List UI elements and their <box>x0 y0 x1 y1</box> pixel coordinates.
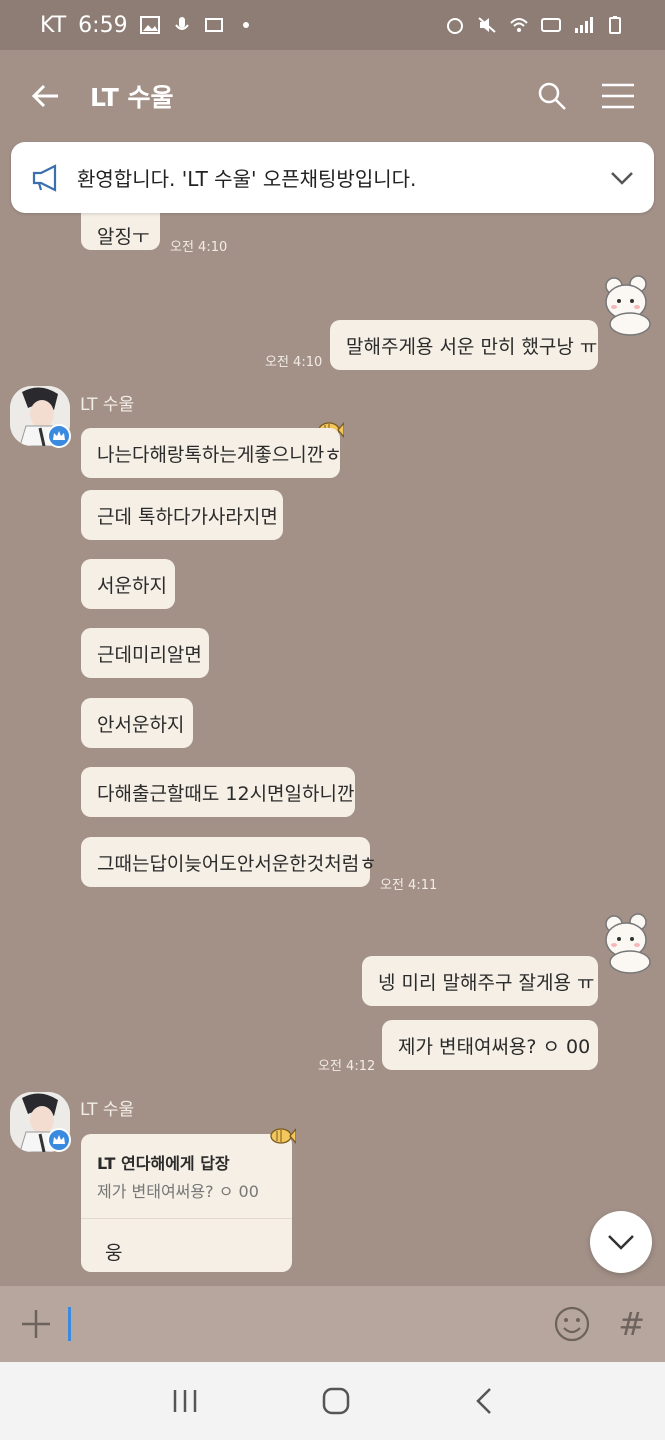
menu-icon[interactable] <box>601 82 635 110</box>
reply-message-card[interactable]: LT 연다해에게 답장 제가 변태여써용? ㅇ 00 웅 <box>81 1134 292 1272</box>
message-text: 넹 미리 말해주구 잘게용 ㅠ <box>378 971 595 994</box>
alarm-icon <box>447 18 463 34</box>
emoji-icon[interactable] <box>554 1306 590 1342</box>
my-message-bubble: 말해주게용 서운 만히 했구낭 ㅠ <box>330 320 598 370</box>
status-bar: KT 6:59 <box>0 0 665 50</box>
mic-icon <box>174 17 189 30</box>
fish-reaction-icon <box>270 1128 296 1144</box>
message-bubble: 그때는답이늦어도안서운한것처럼ㅎ <box>81 837 377 887</box>
carrier-label: KT <box>40 12 67 38</box>
divider <box>81 1218 292 1219</box>
hd-icon <box>541 18 561 32</box>
message-text: 안서운하지 <box>97 713 185 736</box>
plus-icon[interactable] <box>20 1308 52 1340</box>
message-text: 서운하지 <box>97 574 167 597</box>
message-time: 오전 4:11 <box>380 878 438 893</box>
home-button[interactable] <box>321 1386 351 1416</box>
sender-name: LT 수울 <box>80 1100 135 1120</box>
message-text: 근데 톡하다가사라지면 <box>97 505 278 528</box>
search-icon[interactable] <box>537 81 567 111</box>
hashtag-icon[interactable]: # <box>618 1305 645 1343</box>
message-bubble: 근데미리알면 <box>81 628 209 678</box>
chat-title: LT 수울 <box>90 83 174 112</box>
chat-header: LT 수울 <box>0 50 665 142</box>
megaphone-icon <box>32 163 57 192</box>
message-time: 오전 4:10 <box>170 240 228 255</box>
dot-icon <box>242 22 249 28</box>
back-chevron-icon <box>476 1388 491 1414</box>
message-text: 나는다해랑톡하는게좋으니깐ㅎ <box>97 443 342 466</box>
system-nav-bar <box>0 1362 665 1440</box>
chevron-down-icon <box>608 1235 634 1250</box>
message-text: 근데미리알면 <box>97 643 202 666</box>
network-5g-icon <box>204 18 223 32</box>
chevron-down-icon[interactable] <box>610 170 634 186</box>
sender-name: LT 수울 <box>80 395 135 415</box>
reply-title: LT 연다해에게 답장 <box>97 1154 230 1173</box>
reply-body: 웅 <box>105 1242 123 1264</box>
message-bubble: 근데 톡하다가사라지면 <box>81 490 283 540</box>
bear-sticker-icon <box>605 913 651 974</box>
mute-icon <box>478 17 496 33</box>
host-crown-icon <box>47 1128 71 1152</box>
message-time: 오전 4:12 <box>318 1059 376 1074</box>
message-text: 알징ㅜ <box>97 225 150 248</box>
notice-banner[interactable]: 환영합니다. 'LT 수울' 오픈채팅방입니다. <box>11 142 654 213</box>
bear-sticker-icon <box>605 275 651 336</box>
my-message-bubble: 넹 미리 말해주구 잘게용 ㅠ <box>362 956 598 1006</box>
battery-icon <box>609 16 621 34</box>
my-message-bubble: 제가 변태여써용? ㅇ 00 <box>382 1020 598 1070</box>
message-bubble: 안서운하지 <box>81 698 193 748</box>
message-time: 오전 4:10 <box>265 355 323 370</box>
message-text: 그때는답이늦어도안서운한것처럼ㅎ <box>97 852 377 875</box>
message-input[interactable] <box>68 1304 554 1344</box>
message-text: 말해주게용 서운 만히 했구낭 ㅠ <box>346 335 598 358</box>
home-icon <box>323 1387 350 1415</box>
clock: 6:59 <box>78 12 128 38</box>
back-button[interactable] <box>474 1386 494 1416</box>
message-bubble: 나는다해랑톡하는게좋으니깐ㅎ <box>81 428 342 478</box>
reply-quote: 제가 변태여써용? ㅇ 00 <box>97 1182 259 1201</box>
scroll-to-bottom-button[interactable] <box>590 1211 652 1273</box>
message-bubble: 다해출근할때도 12시면일하니깐 <box>81 767 355 817</box>
wifi-icon <box>510 18 528 32</box>
back-arrow-icon[interactable] <box>30 80 62 112</box>
text-caret <box>68 1307 71 1341</box>
message-input-bar: # <box>0 1286 665 1362</box>
gallery-icon <box>139 16 160 34</box>
host-crown-icon <box>47 424 71 448</box>
recent-apps-button[interactable] <box>171 1388 199 1414</box>
message-bubble: 서운하지 <box>81 559 175 609</box>
message-text: 제가 변태여써용? ㅇ 00 <box>398 1035 591 1058</box>
signal-icon <box>575 17 593 33</box>
message-text: 다해출근할때도 12시면일하니깐 <box>97 782 355 805</box>
notice-text: 환영합니다. 'LT 수울' 오픈채팅방입니다. <box>77 167 417 191</box>
recent-apps-icon <box>173 1390 197 1412</box>
